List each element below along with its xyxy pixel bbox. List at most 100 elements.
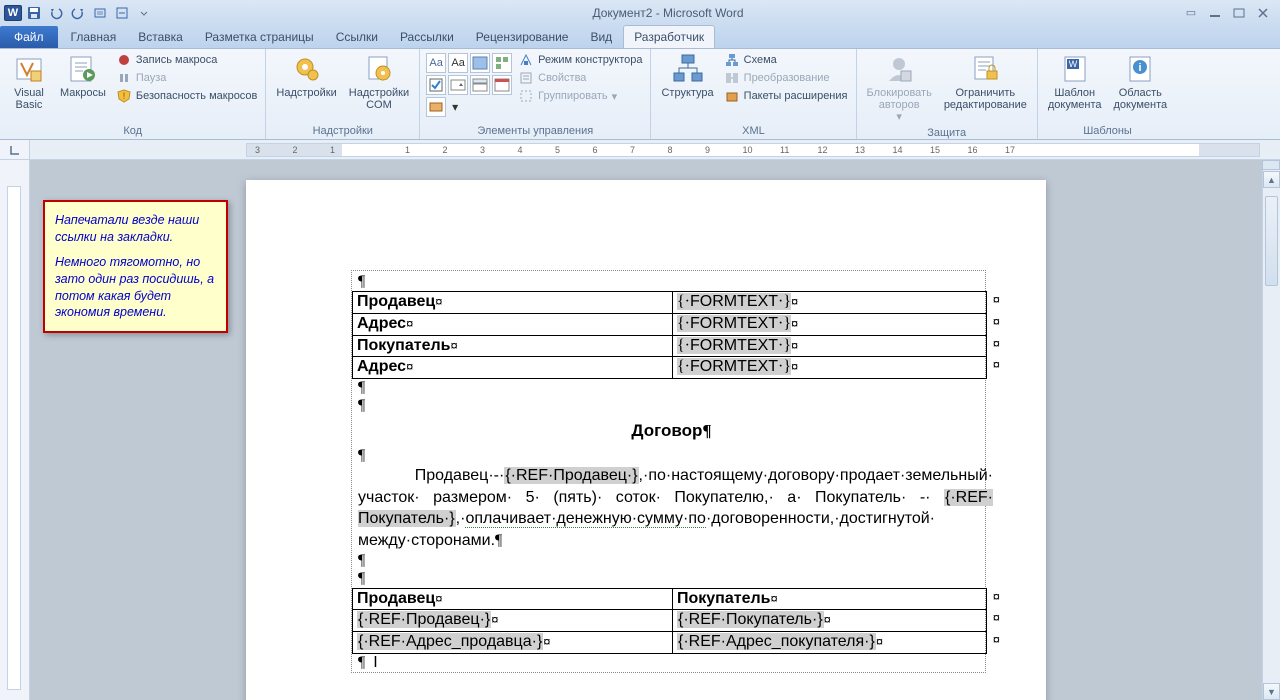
structure-icon [672,53,704,85]
group-label-addins: Надстройки [272,123,413,139]
tab-mailings[interactable]: Рассылки [389,25,465,48]
schema-icon [724,52,740,68]
minimize-ribbon-icon[interactable]: ▭ [1182,6,1200,20]
scroll-down-icon[interactable]: ▼ [1263,683,1280,700]
restrict-icon [969,53,1001,85]
vb-icon [13,53,45,85]
ruler-vertical[interactable] [0,160,30,700]
ctrl-text-icon[interactable]: Aa [448,53,468,73]
tab-layout[interactable]: Разметка страницы [194,25,325,48]
ctrl-checkbox-icon[interactable] [426,75,446,95]
tab-insert[interactable]: Вставка [127,25,194,48]
ctrl-combobox-icon[interactable] [448,75,468,95]
tab-file[interactable]: Файл [0,26,58,48]
qat-save-icon[interactable] [24,3,44,23]
expansion-packs-button[interactable]: Пакеты расширения [722,87,850,105]
gear-doc-icon [363,53,395,85]
pause-icon [116,70,132,86]
record-icon [116,52,132,68]
group-controls: Aa Aa ▾ Режим конструктора С [420,49,651,139]
ctrl-date-icon[interactable] [492,75,512,95]
group-templates: W Шаблон документа i Область документа Ш… [1038,49,1177,139]
properties-button: Свойства [516,69,644,87]
restrict-editing-button[interactable]: Ограничить редактирование [940,51,1031,125]
design-icon [518,52,534,68]
group-label-code: Код [6,123,259,139]
svg-text:W: W [1068,59,1077,69]
tab-selector[interactable] [0,140,30,159]
svg-text:!: ! [123,91,126,101]
block-authors-button: Блокировать авторов ▾ [863,51,936,125]
qat-redo-icon[interactable] [68,3,88,23]
group-label-protect: Защита [863,125,1031,141]
scroll-thumb[interactable] [1265,196,1278,286]
group-controls-button: Группировать ▾ [516,87,644,105]
svg-text:i: i [1139,62,1142,74]
maximize-icon[interactable] [1230,6,1248,20]
tab-references[interactable]: Ссылки [325,25,389,48]
close-icon[interactable] [1254,6,1272,20]
visual-basic-button[interactable]: Visual Basic [6,51,52,123]
ctrl-richtext-icon[interactable]: Aa [426,53,446,73]
tab-view[interactable]: Вид [579,25,623,48]
ctrl-more-icon[interactable]: ▾ [448,97,462,117]
shield-icon: ! [116,88,132,104]
group-label-controls: Элементы управления [426,123,644,139]
ctrl-buildingblock-icon[interactable] [492,53,512,73]
block-icon [883,53,915,85]
group-ctrl-icon [518,88,534,104]
vertical-scrollbar[interactable]: ▲ ▼ [1262,160,1280,700]
doc-table-2: Продавец¤Покупатель¤¤ {·REF·Продавец·}¤{… [352,588,987,654]
group-code: Visual Basic Макросы Запись макроса Пауз… [0,49,266,139]
schema-button[interactable]: Схема [722,51,850,69]
word-icon[interactable]: W [4,5,22,21]
ctrl-picture-icon[interactable] [470,53,490,73]
doc-heading: Договор¶ [358,415,985,447]
props-icon [518,70,534,86]
structure-button[interactable]: Структура [657,51,717,123]
doc-panel-button[interactable]: i Область документа [1110,51,1172,123]
group-addins: Надстройки Надстройки COM Надстройки [266,49,420,139]
split-handle[interactable] [1262,160,1280,170]
ruler-horizontal-row: 3211234567891011121314151617 [0,140,1280,160]
window-title: Документ2 - Microsoft Word [154,6,1182,20]
pack-icon [724,88,740,104]
qat-undo-icon[interactable] [46,3,66,23]
com-addins-button[interactable]: Надстройки COM [345,51,413,123]
macro-security-button[interactable]: !Безопасность макросов [114,87,260,105]
page: ¶ Продавец¤{·FORMTEXT·}¤¤ Адрес¤{·FORMTE… [246,180,1046,700]
group-protect: Блокировать авторов ▾ Ограничить редакти… [857,49,1038,139]
ribbon-tabs: Файл Главная Вставка Разметка страницы С… [0,25,1280,48]
macros-icon [67,53,99,85]
tab-review[interactable]: Рецензирование [465,25,580,48]
minimize-icon[interactable] [1206,6,1224,20]
transform-button: Преобразование [722,69,850,87]
title-bar: W Документ2 - Microsoft Word ▭ [0,0,1280,25]
tab-home[interactable]: Главная [60,25,128,48]
group-xml: Структура Схема Преобразование Пакеты ра… [651,49,856,139]
qat-btn5-icon[interactable] [112,3,132,23]
pause-button: Пауза [114,69,260,87]
group-label-templates: Шаблоны [1044,123,1171,139]
record-macro-button[interactable]: Запись макроса [114,51,260,69]
doc-table-1: Продавец¤{·FORMTEXT·}¤¤ Адрес¤{·FORMTEXT… [352,291,987,379]
ctrl-dropdown-icon[interactable] [470,75,490,95]
doc-template-button[interactable]: W Шаблон документа [1044,51,1106,123]
annotation-callout: Напечатали везде наши ссылки на закладки… [43,200,228,333]
ctrl-legacy-icon[interactable] [426,97,446,117]
addins-button[interactable]: Надстройки [272,51,340,123]
scroll-up-icon[interactable]: ▲ [1263,171,1280,188]
panel-icon: i [1124,53,1156,85]
transform-icon [724,70,740,86]
tab-developer[interactable]: Разработчик [623,25,715,48]
macros-button[interactable]: Макросы [56,51,110,123]
gear-icon [291,53,323,85]
template-icon: W [1059,53,1091,85]
design-mode-button[interactable]: Режим конструктора [516,51,644,69]
paragraph-mark: ¶ [358,273,985,291]
qat-dropdown-icon[interactable] [134,3,154,23]
qat-btn4-icon[interactable] [90,3,110,23]
doc-body: Продавец·-·{·REF·Продавец·},·по·настояще… [358,465,993,551]
group-label-xml: XML [657,123,849,139]
ribbon: Visual Basic Макросы Запись макроса Пауз… [0,48,1280,140]
